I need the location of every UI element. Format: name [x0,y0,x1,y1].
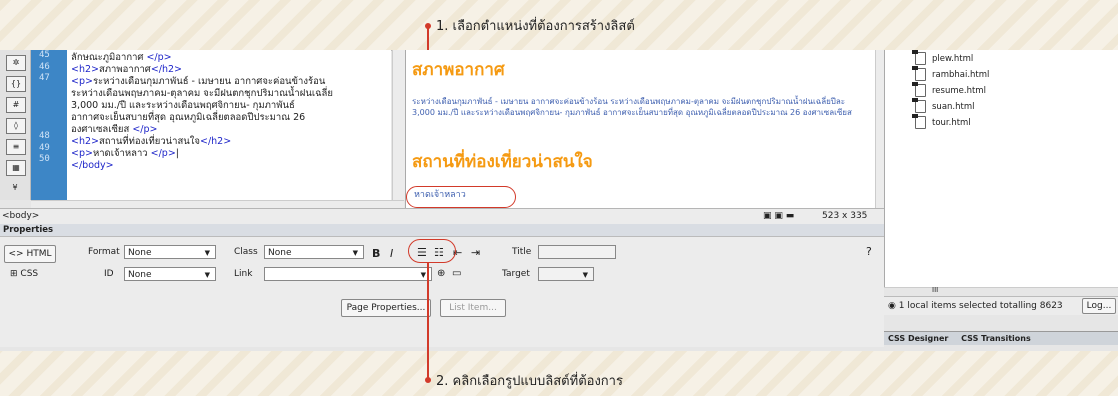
status-bar: <body> 523 x 335 ▣ ▣ ▬ [0,208,884,225]
code-line: องศาเซลเซียส </p> [71,124,158,135]
code-line: <h2>สถานที่ท่องเที่ยวน่าสนใจ</h2> [71,136,232,147]
design-heading-weather: สภาพอากาศ [412,60,505,80]
code-toolbar: ✲ {} # ◊ ≡ ▦ ¥ [0,50,31,200]
class-label: Class [234,247,258,257]
line-number: 49 [39,142,50,153]
window-size[interactable]: 523 x 335 [822,209,867,224]
indent-icon[interactable]: ⇥ [471,246,480,259]
code-line: ลักษณะภูมิอากาศ </p> [71,52,172,63]
properties-title: Properties [0,224,887,236]
comment-icon[interactable]: ◊ [6,118,26,134]
link-input[interactable]: ▼ [264,267,432,281]
class-select[interactable]: None ▼ [264,245,364,259]
indent-icon[interactable]: ≡ [6,139,26,155]
html-button[interactable]: <> HTML [4,245,56,263]
target-select[interactable]: ▼ [538,267,594,281]
design-view[interactable]: สภาพอากาศ ระหว่างเดือนกุมภาพันธ์ - เมษาย… [405,50,876,208]
callout-line-bottom [427,262,429,382]
line-number [31,108,67,120]
link-label: Link [234,269,253,279]
line-number [31,96,67,108]
html-file-icon [912,114,926,129]
file-item[interactable]: tour.html [912,114,971,129]
view-icons[interactable]: ▣ ▣ ▬ [763,209,794,224]
page-properties-button[interactable]: Page Properties... [341,299,431,317]
tab-css-transitions[interactable]: CSS Transitions [961,334,1031,343]
html-file-icon [912,50,926,65]
code-line: อากาศจะเย็นสบายที่สุด อุณหภูมิเฉลี่ยตลอด… [71,112,306,123]
format-label: Format [88,247,120,257]
highlight-ring-list [408,239,456,263]
files-panel: plew.html rambhai.html resume.html suan.… [884,50,1118,296]
files-status-text: 1 local items selected totalling 8623 [898,301,1063,311]
collapse-icon[interactable]: ✲ [6,55,26,71]
file-item[interactable]: plew.html [912,50,973,65]
file-item[interactable]: suan.html [912,98,974,113]
code-line: ระหว่างเดือนพฤษภาคม-ตุลาคม จะมีฝนตกชุกปร… [71,88,333,99]
point-to-file-icon[interactable]: ⊕ [437,268,445,279]
line-number: 47 [39,73,50,84]
title-input[interactable] [538,245,616,259]
code-vertical-scrollbar[interactable] [392,50,405,200]
line-number: 48 [39,131,50,142]
highlight-icon[interactable]: # [6,97,26,113]
bold-button[interactable]: B [372,247,380,260]
expand-icon[interactable]: ¥ [6,181,24,195]
list-item-button[interactable]: List Item... [440,299,506,317]
code-line: <p>ระหว่างเดือนกุมภาพันธ์ - เมษายน อากาศ… [71,76,326,87]
format-icon[interactable]: ▦ [6,160,26,176]
line-number [31,85,67,97]
css-button[interactable]: ⊞ CSS [10,269,38,279]
code-line: <h2>สภาพอากาศ</h2> [71,64,183,75]
line-number: 46 [39,61,50,72]
id-label: ID [104,269,114,279]
help-icon[interactable]: ? [866,245,872,258]
globe-icon: ◉ [888,301,896,311]
panel-tabs: CSS Designer CSS Transitions [884,331,1118,345]
html-icon: <> [8,249,27,259]
line-number [31,120,67,132]
format-select[interactable]: None ▼ [124,245,216,259]
line-numbers: 45 46 47 48 49 50 [31,50,67,200]
files-status-bar: ◉ 1 local items selected totalling 8623 … [884,296,1118,315]
design-heading-attractions: สถานที่ท่องเที่ยวน่าสนใจ [412,152,593,172]
file-item[interactable]: resume.html [912,82,986,97]
html-file-icon [912,98,926,113]
design-paragraph: ระหว่างเดือนกุมภาพันธ์ - เมษายน อากาศจะค… [412,97,852,117]
properties-panel: <> HTML ⊞ CSS Format None ▼ ID None ▼ Clas… [0,236,884,347]
browse-folder-icon[interactable]: ▭ [452,268,461,279]
css-icon: ⊞ [10,269,21,279]
file-item[interactable]: rambhai.html [912,66,989,81]
highlight-ring-item [406,186,516,208]
target-label: Target [502,269,530,279]
tab-css-designer[interactable]: CSS Designer [888,334,948,343]
log-button[interactable]: Log... [1082,298,1116,314]
tag-selector[interactable]: <body> [2,209,39,224]
line-number: 50 [39,154,50,165]
id-select[interactable]: None ▼ [124,267,216,281]
callout-top: 1. เลือกตำแหน่งที่ต้องการสร้างลิสต์ [436,19,635,34]
italic-button[interactable]: I [390,247,393,260]
callout-dot-bottom [425,377,431,383]
code-line: <p>หาดเจ้าหลาว </p>| [71,148,179,159]
code-editor[interactable]: ลักษณะภูมิอากาศ </p> <h2>สภาพอากาศ</h2> … [67,50,391,200]
line-number: 45 [39,50,50,60]
title-label: Title [512,247,532,257]
braces-icon[interactable]: {} [6,76,26,92]
code-line: </body> [71,160,114,171]
html-file-icon [912,66,926,81]
callout-bottom: 2. คลิกเลือกรูปแบบลิสต์ที่ต้องการ [436,374,623,389]
code-line: 3,000 มม./ปี และระหว่างเดือนพฤศจิกายน- ก… [71,100,295,111]
html-file-icon [912,82,926,97]
